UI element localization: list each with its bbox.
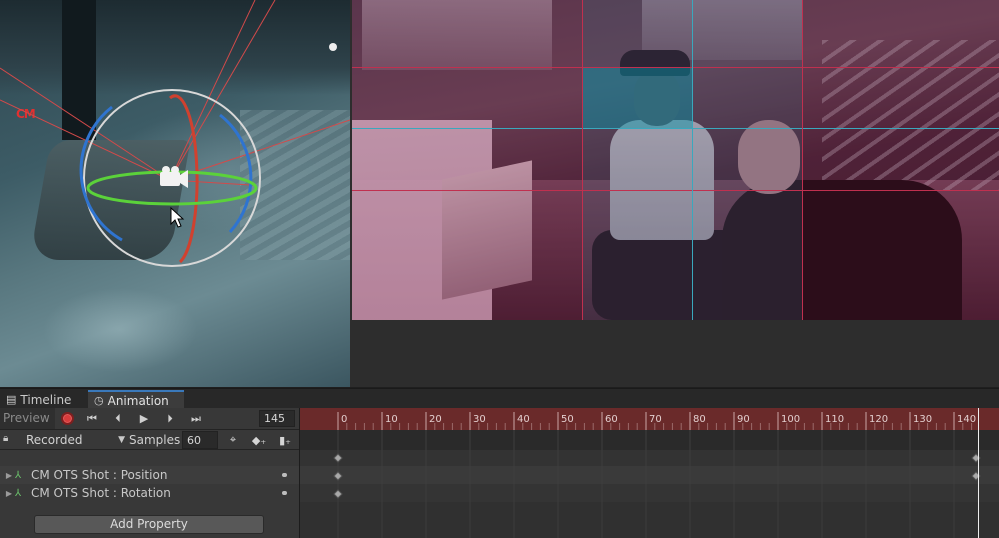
camera-gizmo[interactable]: [0, 0, 350, 387]
composer-guide-line: [352, 128, 999, 129]
tab-timeline-label: Timeline: [20, 392, 72, 407]
clip-dropdown[interactable]: Recorded ▼: [23, 431, 127, 449]
mouse-cursor-icon: [170, 206, 185, 228]
keyframe-position[interactable]: [333, 471, 343, 481]
samples-label: Samples: [129, 433, 181, 447]
last-keyframe-button[interactable]: ⏭: [184, 409, 208, 428]
game-view-render: [352, 0, 999, 320]
foldout-arrow-icon[interactable]: ▶: [3, 471, 15, 480]
clock-icon: ◷: [94, 394, 104, 407]
dopesheet[interactable]: 0 10 20 30 40 50 60 70 80 90 100 110 120 130 140: [300, 408, 999, 538]
clip-dropdown-value: Recorded: [26, 433, 83, 447]
play-button[interactable]: ▶: [132, 409, 156, 428]
keyframe-rotation[interactable]: [333, 489, 343, 499]
chevron-down-icon: ▼: [118, 435, 125, 445]
keyframe-layer: [333, 430, 981, 538]
add-event-button[interactable]: ▮₊: [273, 431, 297, 449]
timeline-icon: ▤: [6, 393, 17, 406]
composer-guide-line: [802, 0, 803, 320]
animation-clip-toolbar: 🔒︎ Recorded ▼ Samples 60 ⌖ ◆₊ ▮₊: [0, 430, 299, 450]
add-keyframe-icon: ◆₊: [251, 433, 267, 447]
panel-tab-bar: ▤ Timeline ◷ Animation: [0, 388, 999, 409]
keyframe-summary[interactable]: [333, 453, 343, 463]
step-forward-icon: ⏵: [167, 411, 173, 425]
game-view[interactable]: [350, 0, 999, 387]
property-row-rotation[interactable]: ▶ ⅄ CM OTS Shot : Rotation: [0, 484, 299, 502]
preview-button[interactable]: Preview: [0, 408, 55, 429]
camera-frustum-line: [169, 0, 276, 181]
lock-icon[interactable]: 🔒︎: [3, 433, 21, 447]
playhead[interactable]: [978, 408, 979, 538]
add-event-icon: ▮₊: [279, 433, 291, 447]
current-frame-field[interactable]: 145: [259, 410, 295, 427]
composer-guide-line: [582, 0, 583, 320]
record-icon: [60, 412, 74, 425]
previous-keyframe-button[interactable]: ⏴: [106, 409, 130, 428]
tab-animation[interactable]: ◷ Animation: [88, 390, 184, 409]
crosshair-icon: ⌖: [229, 433, 237, 446]
keyframe-mode-button[interactable]: ⌖: [221, 431, 245, 449]
property-label: CM OTS Shot : Position: [31, 468, 168, 482]
add-property-button[interactable]: Add Property: [34, 515, 264, 534]
transform-axes-icon: ⅄: [15, 487, 22, 499]
composer-guide-line: [352, 67, 999, 68]
foldout-arrow-icon[interactable]: ▶: [3, 489, 15, 498]
property-options-icon[interactable]: [282, 491, 287, 495]
scene-view[interactable]: CM: [0, 0, 350, 387]
tab-animation-label: Animation: [107, 393, 169, 408]
property-options-icon[interactable]: [282, 473, 287, 477]
record-button[interactable]: [55, 409, 79, 428]
add-keyframe-button[interactable]: ◆₊: [247, 431, 271, 449]
step-back-icon: ⏴: [115, 411, 121, 425]
tab-timeline[interactable]: ▤ Timeline: [0, 390, 88, 409]
first-keyframe-button[interactable]: ⏮: [80, 409, 104, 428]
property-label: CM OTS Shot : Rotation: [31, 486, 171, 500]
play-icon: ▶: [139, 412, 149, 425]
composer-guide-line: [692, 0, 693, 320]
transform-axes-icon: ⅄: [15, 469, 22, 481]
property-list: ▶ ⅄ CM OTS Shot : Position ▶ ⅄ CM OTS Sh…: [0, 450, 299, 538]
property-row-position[interactable]: ▶ ⅄ CM OTS Shot : Position: [0, 466, 299, 484]
next-keyframe-button[interactable]: ⏵: [158, 409, 182, 428]
camera-icon: [160, 166, 188, 188]
skip-to-end-icon: ⏭: [191, 411, 201, 425]
samples-field[interactable]: 60: [182, 431, 218, 449]
dead-zone-overlay: [582, 67, 692, 129]
animation-playback-toolbar: Preview ⏮ ⏴ ▶ ⏵ ⏭ 145: [0, 408, 299, 430]
skip-to-start-icon: ⏮: [87, 411, 97, 425]
composer-guide-line: [352, 190, 999, 191]
